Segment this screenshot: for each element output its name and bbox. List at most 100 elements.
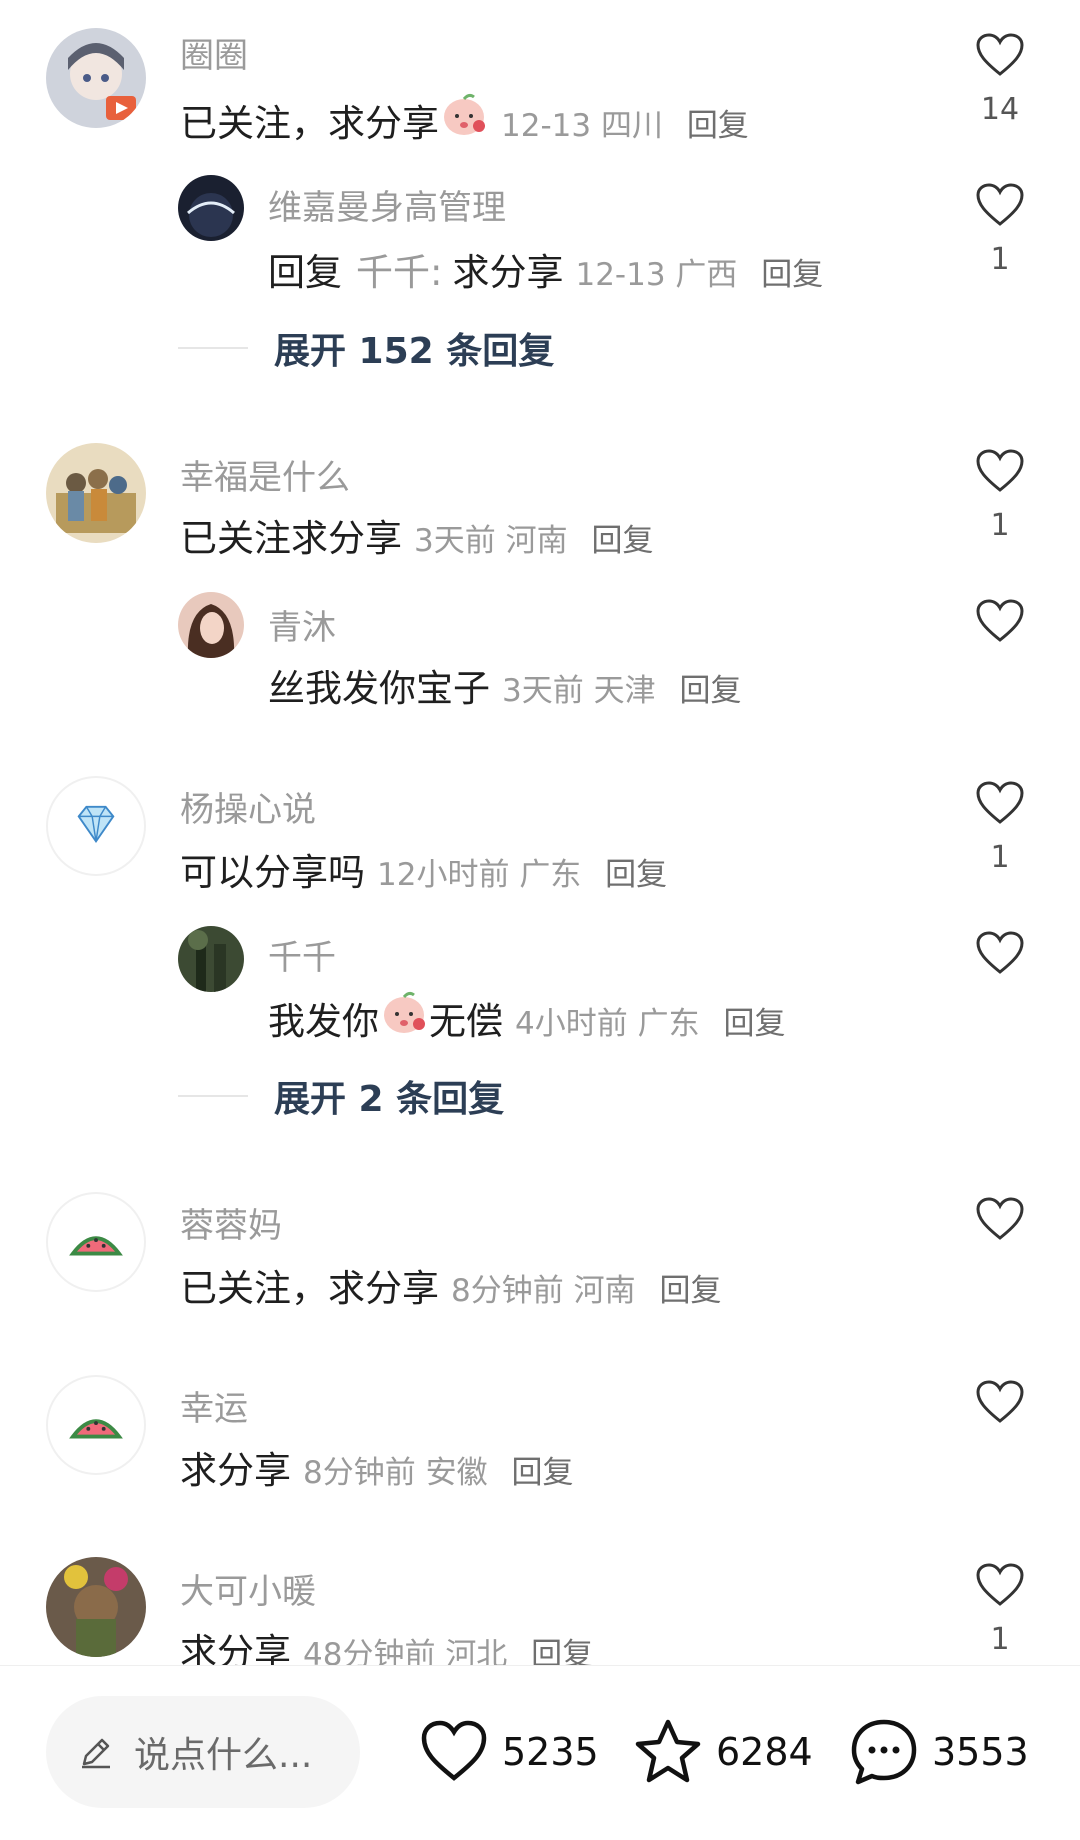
favorite-total: 6284 [716,1730,813,1774]
comment-date: 12-13 [501,108,592,144]
bottom-action-bar: 说点什么... 5235 6284 3553 [0,1665,1080,1840]
user-name[interactable]: 圈圈 [180,28,248,77]
expand-replies-button[interactable]: 展开 152 条回复 [178,322,554,374]
comment-date: 12小时前 [377,857,510,893]
reply-link[interactable]: 回复 [679,673,741,709]
reply-link[interactable]: 回复 [605,857,667,893]
like-control[interactable]: 1 [970,1562,1030,1657]
comment-body: 可以分享吗 [180,851,365,894]
heart-outline-icon[interactable] [975,930,1025,976]
like-control[interactable]: 1 [970,448,1030,543]
like-stat-button[interactable]: 5235 [418,1716,599,1788]
avatar[interactable] [178,175,244,241]
avatar[interactable] [178,926,244,992]
avatar[interactable] [46,776,146,876]
like-control[interactable]: 1 [970,182,1030,277]
peach-face-emoji-icon [441,92,487,136]
comment-body: 已关注，求分享 [180,1267,439,1310]
comment-text: 已关注求分享 3天前 河南 回复 [180,508,653,562]
comment-location: 河南 [573,1273,636,1309]
expand-replies-button[interactable]: 展开 2 条回复 [178,1070,504,1122]
avatar[interactable] [46,443,146,543]
comment-date: 3天前 [414,523,496,559]
comment-input-placeholder[interactable]: 说点什么... [134,1726,312,1778]
expand-replies-label[interactable]: 展开 152 条回复 [274,322,554,374]
favorite-stat-button[interactable]: 6284 [632,1716,813,1788]
heart-outline-icon[interactable] [975,1562,1025,1608]
avatar[interactable] [178,592,244,658]
like-control[interactable] [970,1196,1030,1290]
heart-outline-icon[interactable] [975,448,1025,494]
like-control[interactable]: 1 [970,780,1030,875]
comment-date: 8分钟前 [303,1455,416,1491]
expand-replies-label[interactable]: 展开 2 条回复 [274,1070,504,1122]
comment-meta: 4小时前 广东 回复 [515,998,785,1043]
divider [178,1095,248,1097]
reply-link[interactable]: 回复 [687,108,749,144]
comment-meta: 8分钟前 安徽 回复 [303,1447,573,1492]
comment-date: 8分钟前 [451,1273,564,1309]
comment-location: 河南 [505,523,568,559]
user-name[interactable]: 幸福是什么 [180,450,350,499]
heart-outline-icon[interactable] [975,1379,1025,1425]
reply-link[interactable]: 回复 [511,1455,573,1491]
like-count: 1 [990,840,1010,875]
like-control[interactable] [970,1379,1030,1473]
like-count [970,1256,1030,1290]
like-count: 1 [990,242,1010,277]
user-name[interactable]: 千千 [268,930,336,979]
comment-body-tail: 无偿 [429,1000,503,1043]
heart-outline-icon[interactable] [418,1716,490,1788]
comment-body: 我发你 [268,1000,379,1043]
pencil-icon [82,1738,110,1769]
like-control[interactable]: 14 [970,32,1030,127]
comment-meta: 12小时前 广东 回复 [377,849,667,894]
comment-meta: 12-13 广西 回复 [575,249,823,294]
comment-location: 广西 [675,257,738,293]
heart-outline-icon[interactable] [975,1196,1025,1242]
avatar[interactable] [46,1375,146,1475]
comment-text: 丝我发你宝子 3天前 天津 回复 [268,658,741,712]
like-count [970,658,1030,692]
heart-outline-icon[interactable] [975,32,1025,78]
like-control[interactable] [970,598,1030,692]
like-control[interactable] [970,930,1030,1024]
comment-location: 广东 [637,1006,700,1042]
comment-text: 可以分享吗 12小时前 广东 回复 [180,842,667,896]
avatar[interactable] [46,28,146,128]
comment-stat-button[interactable]: 3553 [848,1716,1029,1788]
user-name[interactable]: 维嘉曼身高管理 [268,180,506,229]
heart-outline-icon[interactable] [975,182,1025,228]
comment-text: 已关注，求分享 12-13 四川 回复 [180,92,749,147]
comment-location: 广东 [519,857,582,893]
user-name[interactable]: 杨操心说 [180,782,316,831]
comment-body: 丝我发你宝子 [268,667,490,710]
reply-link[interactable]: 回复 [659,1273,721,1309]
heart-outline-icon[interactable] [975,598,1025,644]
like-count [970,990,1030,1024]
comment-input[interactable]: 说点什么... [46,1696,360,1808]
avatar[interactable] [46,1192,146,1292]
reply-link[interactable]: 回复 [591,523,653,559]
chat-bubble-icon[interactable] [848,1716,920,1788]
divider [178,347,248,349]
reply-link[interactable]: 回复 [761,257,823,293]
comment-body: 已关注求分享 [180,517,402,560]
star-outline-icon[interactable] [632,1716,704,1788]
comment-date: 4小时前 [515,1006,628,1042]
heart-outline-icon[interactable] [975,780,1025,826]
reply-link[interactable]: 回复 [723,1006,785,1042]
user-name[interactable]: 青沐 [268,600,336,649]
user-name[interactable]: 大可小暖 [180,1564,316,1613]
avatar[interactable] [46,1557,146,1657]
comment-location: 安徽 [425,1455,488,1491]
comment-body: 已关注，求分享 [180,102,439,145]
comment-text: 求分享 8分钟前 安徽 回复 [180,1440,573,1494]
reply-to-user[interactable]: 千千: [356,242,442,296]
reply-prefix: 回复 [268,251,342,294]
comment-date: 12-13 [575,257,666,293]
comment-location: 天津 [593,673,656,709]
user-name[interactable]: 蓉蓉妈 [180,1198,282,1247]
user-name[interactable]: 幸运 [180,1381,248,1430]
comment-text: 回复 千千: 求分享 12-13 广西 回复 [268,242,823,296]
